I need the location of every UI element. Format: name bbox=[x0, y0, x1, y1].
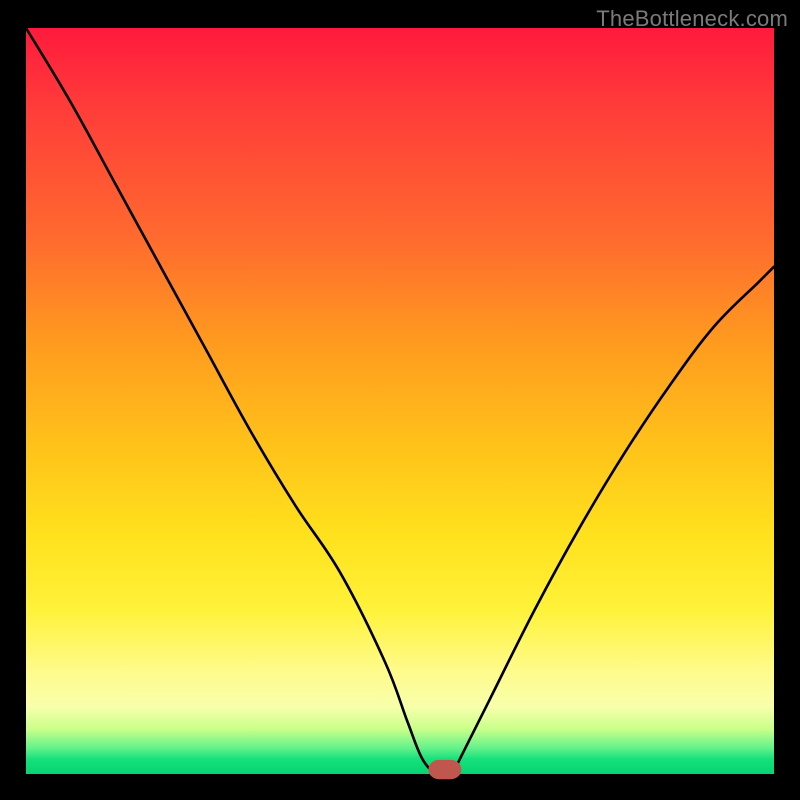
curve-layer bbox=[26, 28, 774, 774]
minimum-marker bbox=[432, 764, 457, 776]
plot-area bbox=[26, 28, 774, 774]
chart-frame: TheBottleneck.com bbox=[0, 0, 800, 800]
bottleneck-curve bbox=[26, 28, 774, 776]
